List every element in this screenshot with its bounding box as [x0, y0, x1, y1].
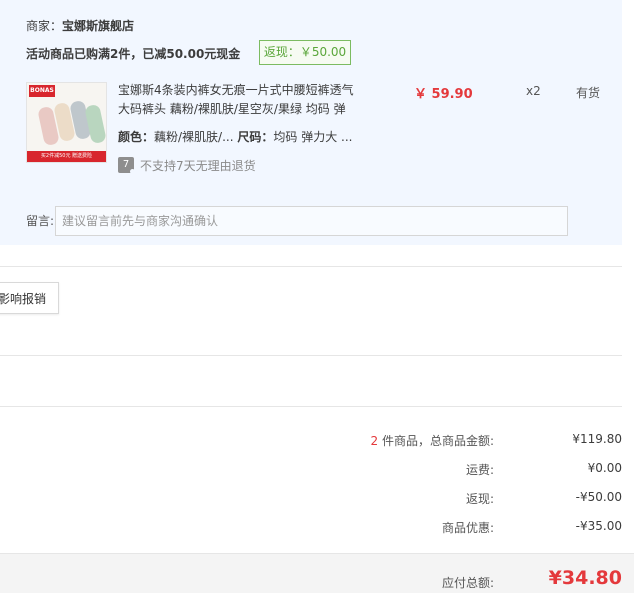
- promo-text: 活动商品已购满2件，已减50.00元现金: [26, 47, 241, 61]
- total-label: 应付总额:: [441, 576, 494, 590]
- product-roll-green: [84, 103, 106, 145]
- stock-status: 有货: [576, 86, 601, 100]
- items-count: 2: [370, 434, 379, 448]
- summary-cashback-row: 返现: -¥50.00: [0, 490, 622, 510]
- discount-amount: -¥35.00: [575, 519, 622, 533]
- shipping-amount: ¥0.00: [587, 461, 622, 475]
- quantity: x2: [526, 84, 541, 98]
- remark-input[interactable]: [55, 206, 568, 236]
- invoice-button[interactable]: 影响报销: [0, 282, 59, 314]
- product-spec: 颜色：藕粉/裸肌肤/... 尺码：均码 弹力大 ...: [118, 128, 352, 145]
- brand-logo: BONAS: [29, 85, 55, 97]
- total-bar: 应付总额: ¥34.80: [0, 553, 634, 593]
- product-title[interactable]: 宝娜斯4条装内裤女无痕一片式中腰短裤透气大码裤头 藕粉/裸肌肤/星空灰/果绿 均…: [118, 81, 358, 119]
- seven-day-return-icon: 7: [118, 157, 135, 174]
- size-value: 均码 弹力大 ...: [273, 130, 353, 144]
- return-policy-text: 不支持7天无理由退货: [140, 158, 256, 173]
- section-divider: [0, 266, 622, 267]
- return-policy: 7 不支持7天无理由退货: [118, 157, 256, 174]
- discount-label: 商品优惠:: [441, 521, 494, 535]
- thumbnail-promo-banner: 买2件减50元 赠送费险: [27, 151, 106, 162]
- items-label-text: 件商品，总商品金额:: [378, 434, 494, 448]
- section-divider: [0, 355, 622, 356]
- cashback-label: 返现:: [465, 492, 494, 506]
- size-label: 尺码：: [237, 130, 274, 144]
- unit-price: ￥ 59.90: [414, 87, 473, 102]
- summary-shipping-row: 运费: ¥0.00: [0, 461, 622, 481]
- shipping-label: 运费:: [465, 463, 494, 477]
- merchant-label: 商家：: [26, 19, 63, 33]
- product-thumbnail[interactable]: BONAS 买2件减50元 赠送费险: [26, 82, 107, 163]
- merchant-order-panel: 商家：宝娜斯旗舰店 活动商品已购满2件，已减50.00元现金 返现：￥50.00…: [0, 0, 622, 245]
- cashback-badge: 返现：￥50.00: [259, 40, 351, 65]
- remark-label: 留言:: [26, 214, 55, 228]
- color-value: 藕粉/裸肌肤/...: [154, 130, 234, 144]
- merchant-name[interactable]: 宝娜斯旗舰店: [62, 19, 134, 33]
- merchant-line: 商家：宝娜斯旗舰店: [26, 17, 134, 34]
- color-label: 颜色：: [118, 130, 155, 144]
- summary-discount-row: 商品优惠: -¥35.00: [0, 519, 622, 539]
- items-total-label: 2 件商品，总商品金额:: [371, 432, 495, 449]
- cashback-amount: -¥50.00: [575, 490, 622, 504]
- items-total-amount: ¥119.80: [572, 432, 622, 446]
- total-amount: ¥34.80: [548, 567, 622, 589]
- summary-items-row: 2 件商品，总商品金额: ¥119.80: [0, 432, 623, 452]
- section-divider: [0, 406, 622, 407]
